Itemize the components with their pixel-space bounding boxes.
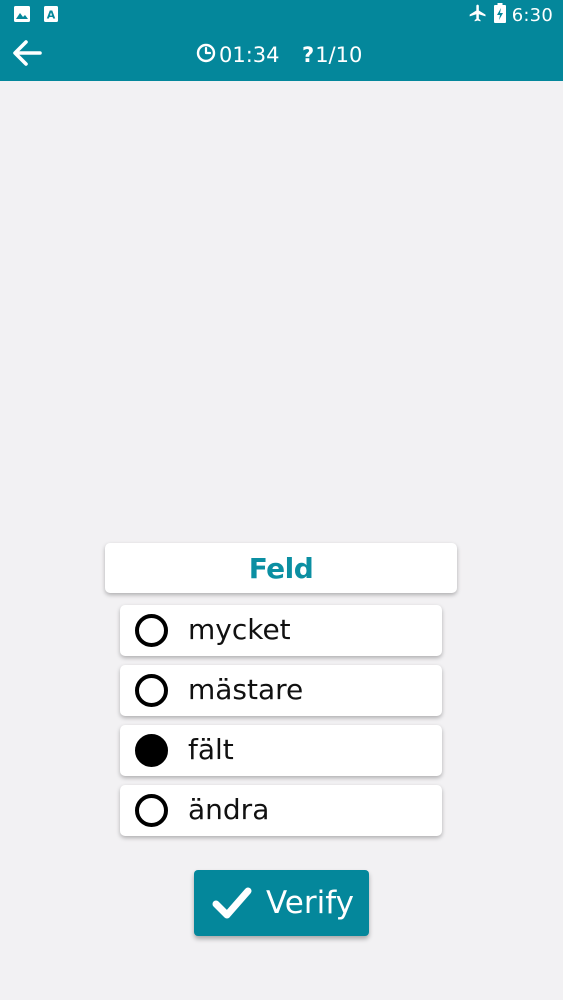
timer: 01:34 xyxy=(196,42,280,68)
option-label: fält xyxy=(188,733,234,766)
status-bar: A 6:30 xyxy=(0,0,563,30)
option-label: mycket xyxy=(188,613,291,646)
svg-text:A: A xyxy=(47,9,56,22)
checkmark-icon xyxy=(212,885,252,921)
option-item[interactable]: mästare xyxy=(120,665,442,716)
arrow-left-icon xyxy=(12,39,42,71)
airplane-icon xyxy=(468,3,488,28)
clock-icon xyxy=(196,43,216,68)
question-counter: ? 1/10 xyxy=(302,42,362,68)
battery-charging-icon xyxy=(493,3,506,28)
option-item[interactable]: fält xyxy=(120,725,442,776)
radio-button[interactable] xyxy=(135,674,168,707)
radio-button[interactable] xyxy=(135,614,168,647)
status-time: 6:30 xyxy=(511,5,553,26)
option-label: mästare xyxy=(188,673,304,706)
option-item[interactable]: ändra xyxy=(120,785,442,836)
image-icon xyxy=(14,6,30,27)
quiz-word: Feld xyxy=(248,551,314,585)
question-mark-icon: ? xyxy=(302,43,315,67)
top-bar: A 6:30 01:34 ? 1/10 xyxy=(0,0,563,81)
verify-button[interactable]: Verify xyxy=(194,870,369,936)
counter-value: 1/10 xyxy=(315,43,363,67)
option-label: ändra xyxy=(188,793,270,826)
radio-button[interactable] xyxy=(135,794,168,827)
option-item[interactable]: mycket xyxy=(120,605,442,656)
text-a-icon: A xyxy=(44,6,58,27)
word-card: Feld xyxy=(105,543,457,593)
status-notifications: A xyxy=(14,6,58,27)
status-system: 6:30 xyxy=(468,3,553,28)
radio-button-selected[interactable] xyxy=(135,734,168,767)
verify-label: Verify xyxy=(266,885,354,921)
back-button[interactable] xyxy=(8,36,46,74)
timer-value: 01:34 xyxy=(219,43,280,67)
app-bar: 01:34 ? 1/10 xyxy=(0,30,563,81)
